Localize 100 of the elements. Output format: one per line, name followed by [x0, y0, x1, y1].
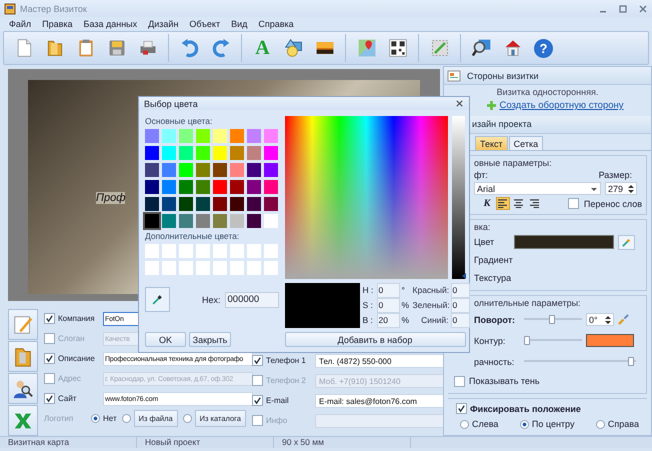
- color-swatch[interactable]: [162, 197, 176, 211]
- checkbox[interactable]: [454, 376, 465, 386]
- color-swatch[interactable]: [247, 129, 261, 143]
- color-swatch[interactable]: [162, 244, 176, 258]
- spinner-arrows-icon[interactable]: [628, 184, 634, 194]
- eyedropper-icon[interactable]: [618, 234, 635, 250]
- color-swatch[interactable]: [230, 197, 244, 211]
- close-button[interactable]: Закрыть: [189, 332, 231, 347]
- menu-item[interactable]: База данных: [84, 19, 138, 29]
- color-swatch[interactable]: [145, 163, 159, 177]
- color-swatch[interactable]: [213, 261, 227, 275]
- menu-item[interactable]: Файл: [9, 19, 32, 29]
- menu-item[interactable]: Дизайн: [148, 19, 178, 29]
- checkbox[interactable]: [252, 395, 263, 406]
- shapes-icon[interactable]: [282, 36, 305, 60]
- number-field[interactable]: 0: [376, 282, 400, 298]
- radio-button[interactable]: [122, 414, 131, 423]
- color-swatch[interactable]: [145, 244, 159, 258]
- color-swatch[interactable]: [196, 163, 210, 177]
- color-swatch[interactable]: [162, 214, 176, 228]
- color-swatch[interactable]: [213, 163, 227, 177]
- menu-item[interactable]: Вид: [231, 19, 248, 29]
- color-swatch[interactable]: [213, 214, 227, 228]
- color-swatch[interactable]: [162, 261, 176, 275]
- color-swatch[interactable]: [247, 197, 261, 211]
- color-swatch[interactable]: [179, 146, 193, 160]
- radio-button[interactable]: [91, 414, 100, 423]
- slider-thumb[interactable]: [549, 315, 555, 324]
- color-swatch[interactable]: [586, 334, 634, 347]
- color-swatch[interactable]: [230, 146, 244, 160]
- color-swatch[interactable]: [264, 163, 278, 177]
- close-icon[interactable]: [638, 4, 648, 14]
- color-swatch[interactable]: [247, 180, 261, 194]
- color-spectrum[interactable]: [284, 116, 448, 279]
- checkbox[interactable]: [44, 373, 55, 384]
- color-swatch[interactable]: [247, 214, 261, 228]
- number-field[interactable]: 0: [450, 298, 470, 312]
- menu-item[interactable]: Справка: [258, 19, 294, 29]
- color-swatch[interactable]: [179, 180, 193, 194]
- color-swatch[interactable]: [196, 180, 210, 194]
- checkbox[interactable]: [44, 333, 55, 344]
- color-swatch[interactable]: [162, 146, 176, 160]
- color-swatch[interactable]: [264, 261, 278, 275]
- color-swatch[interactable]: [230, 129, 244, 143]
- brush-icon[interactable]: [618, 314, 629, 325]
- radio-button[interactable]: [460, 420, 469, 428]
- menu-item[interactable]: Объект: [189, 19, 220, 29]
- tab[interactable]: Текст: [475, 136, 508, 150]
- color-swatch[interactable]: [230, 163, 244, 177]
- slider-thumb[interactable]: [628, 357, 634, 366]
- number-field[interactable]: 0: [450, 312, 470, 328]
- color-swatch[interactable]: [264, 214, 278, 228]
- color-swatch[interactable]: [247, 244, 261, 258]
- color-swatch[interactable]: [179, 261, 193, 275]
- color-swatch[interactable]: [179, 163, 193, 177]
- align-center-icon[interactable]: [512, 197, 526, 210]
- color-swatch[interactable]: [514, 235, 614, 249]
- color-swatch[interactable]: [179, 214, 193, 228]
- color-swatch[interactable]: [162, 180, 176, 194]
- color-swatch[interactable]: [145, 214, 159, 228]
- hex-field[interactable]: 000000: [224, 292, 279, 308]
- color-swatch[interactable]: [230, 261, 244, 275]
- add-to-set-button[interactable]: Добавить в набор: [284, 332, 466, 347]
- help-button[interactable]: ?: [532, 36, 555, 60]
- color-swatch[interactable]: [145, 261, 159, 275]
- color-swatch[interactable]: [213, 146, 227, 160]
- create-back-side-link[interactable]: Создать оборотную сторону: [499, 100, 624, 111]
- menu-item[interactable]: Правка: [42, 19, 73, 29]
- radio-button[interactable]: [596, 420, 605, 428]
- checkbox[interactable]: [252, 415, 263, 426]
- color-swatch[interactable]: [196, 214, 210, 228]
- ok-button[interactable]: OK: [145, 332, 186, 347]
- brightness-slider[interactable]: [452, 116, 465, 279]
- color-swatch[interactable]: [213, 197, 227, 211]
- spinner-arrows-icon[interactable]: [605, 314, 611, 324]
- checkbox[interactable]: [252, 375, 263, 386]
- color-swatch[interactable]: [145, 197, 159, 211]
- folder-icon[interactable]: [8, 341, 38, 372]
- color-swatch[interactable]: [230, 214, 244, 228]
- size-spinner[interactable]: 279: [605, 182, 637, 195]
- slider-marker-icon[interactable]: [462, 273, 466, 279]
- color-swatch[interactable]: [196, 146, 210, 160]
- color-swatch[interactable]: [162, 129, 176, 143]
- color-swatch[interactable]: [247, 261, 261, 275]
- align-right-icon[interactable]: [528, 197, 542, 210]
- fill-option[interactable]: Градиент: [474, 255, 510, 265]
- color-swatch[interactable]: [179, 197, 193, 211]
- checkbox[interactable]: [44, 313, 55, 324]
- radio-button[interactable]: [182, 414, 192, 423]
- number-field[interactable]: 0: [376, 298, 400, 312]
- color-swatch[interactable]: [264, 146, 278, 160]
- color-swatch[interactable]: [264, 244, 278, 258]
- color-swatch[interactable]: [213, 180, 227, 194]
- color-swatch[interactable]: [196, 244, 210, 258]
- color-swatch[interactable]: [196, 197, 210, 211]
- maximize-icon[interactable]: [618, 4, 628, 14]
- color-swatch[interactable]: [247, 163, 261, 177]
- color-swatch[interactable]: [213, 244, 227, 258]
- color-swatch[interactable]: [179, 244, 193, 258]
- text-field[interactable]: [315, 414, 446, 428]
